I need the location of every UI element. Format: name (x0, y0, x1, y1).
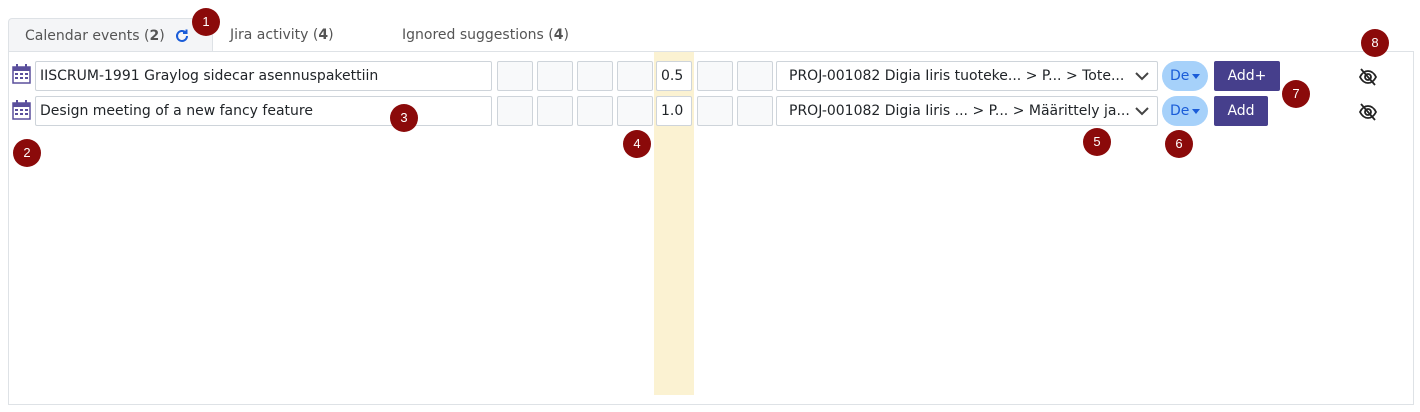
hours-cell[interactable] (737, 96, 773, 126)
project-select-value: PROJ-001082 Digia Iiris ... > P... > Mää… (789, 103, 1130, 119)
hours-cell[interactable] (697, 61, 733, 91)
language-dropdown[interactable]: De (1162, 96, 1208, 126)
caret-down-icon (1192, 109, 1200, 114)
project-select[interactable]: PROJ-001082 Digia Iiris tuoteke... > P..… (776, 61, 1158, 91)
tab-ignored-suggestions[interactable]: Ignored suggestions (4) (402, 18, 602, 52)
hours-cell[interactable] (737, 61, 773, 91)
tab-calendar-events[interactable]: Calendar events (2) (8, 18, 213, 52)
callout-marker: 8 (1361, 29, 1389, 57)
callout-marker: 4 (623, 130, 651, 158)
add-button[interactable]: Add (1214, 96, 1268, 126)
eye-slash-icon[interactable] (1358, 68, 1378, 86)
tab-jira-activity[interactable]: Jira activity (4) (230, 18, 370, 52)
event-title-input[interactable] (35, 61, 492, 91)
calendar-icon (12, 100, 31, 120)
tab-label: Ignored suggestions (402, 27, 544, 43)
chevron-down-icon (1135, 72, 1149, 81)
add-plus-button[interactable]: Add+ (1214, 61, 1280, 91)
language-value: De (1170, 68, 1190, 84)
chevron-down-icon (1135, 107, 1149, 116)
tab-label: Calendar events (25, 28, 140, 44)
hours-cell[interactable] (537, 61, 573, 91)
callout-marker: 7 (1282, 80, 1310, 108)
refresh-icon[interactable] (174, 28, 190, 44)
hours-cell-today[interactable]: 1.0 (656, 96, 692, 126)
callout-marker: 3 (390, 104, 418, 132)
tab-count: 2 (149, 28, 160, 44)
hours-cell[interactable] (497, 61, 533, 91)
caret-down-icon (1192, 74, 1200, 79)
callout-marker: 1 (192, 8, 220, 36)
hours-cell[interactable] (537, 96, 573, 126)
tab-label: Jira activity (230, 27, 309, 43)
hours-cell[interactable] (617, 61, 653, 91)
calendar-icon (12, 64, 31, 84)
hours-cell-today[interactable]: 0.5 (656, 61, 692, 91)
tab-count: 4 (318, 27, 329, 43)
hours-cell[interactable] (577, 96, 613, 126)
tab-count: 4 (553, 27, 564, 43)
project-select[interactable]: PROJ-001082 Digia Iiris ... > P... > Mää… (776, 96, 1158, 126)
language-dropdown[interactable]: De (1162, 61, 1208, 91)
language-value: De (1170, 103, 1190, 119)
hours-cell[interactable] (697, 96, 733, 126)
hours-cell[interactable] (577, 61, 613, 91)
callout-marker: 5 (1083, 128, 1111, 156)
project-select-value: PROJ-001082 Digia Iiris tuoteke... > P..… (789, 68, 1125, 84)
callout-marker: 6 (1165, 130, 1193, 158)
hours-cell[interactable] (617, 96, 653, 126)
event-title-input[interactable] (35, 96, 492, 126)
callout-marker: 2 (13, 139, 41, 167)
eye-slash-icon[interactable] (1358, 103, 1378, 121)
hours-cell[interactable] (497, 96, 533, 126)
